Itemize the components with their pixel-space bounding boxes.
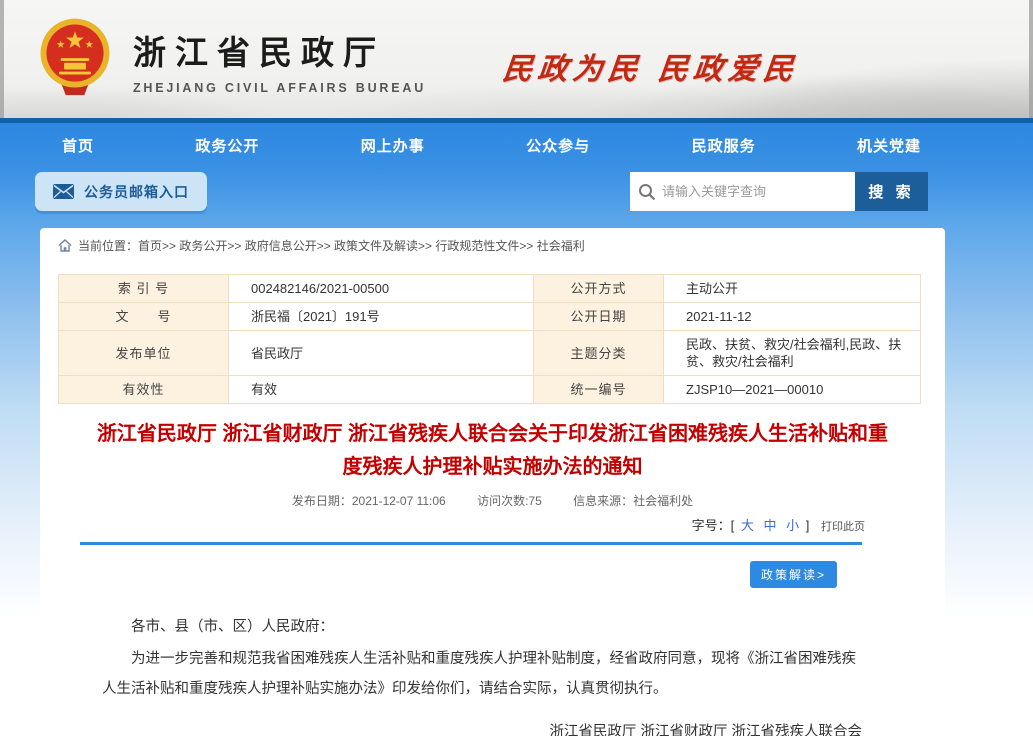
content-panel: 当前位置：首页>> 政务公开>> 政府信息公开>> 政策文件及解读>> 行政规范… [40, 228, 945, 736]
fontsize-label: 字号：[ [692, 518, 735, 533]
mailbox-entry-label: 公务员邮箱入口 [84, 182, 189, 202]
fontsize-bracket-close: ] [806, 518, 810, 533]
info-value-publisher: 省民政厅 [229, 331, 534, 376]
site-name: 浙江省民政厅 [133, 26, 426, 74]
print-page-link[interactable]: 打印此页 [821, 521, 865, 533]
toolbar: 公务员邮箱入口 搜 索 [0, 167, 1033, 228]
info-value-open-date: 2021-11-12 [664, 303, 921, 331]
envelope-icon [53, 184, 74, 199]
search-icon [638, 183, 656, 201]
info-label-open-mode: 公开方式 [534, 275, 664, 303]
nav-item-home[interactable]: 首页 [62, 135, 94, 156]
nav-item-online[interactable]: 网上办事 [361, 135, 425, 156]
info-label-validity: 有效性 [59, 376, 229, 404]
site-name-english: ZHEJIANG CIVIL AFFAIRS BUREAU [133, 81, 426, 95]
info-value-doc-no: 浙民福〔2021〕191号 [229, 303, 534, 331]
info-label-index-no: 索 引 号 [59, 275, 229, 303]
national-emblem-icon [33, 14, 117, 104]
mailbox-entry-button[interactable]: 公务员邮箱入口 [35, 172, 207, 211]
publish-date: 发布日期：2021-12-07 11:06 [292, 494, 446, 508]
info-value-unified-no: ZJSP10—2021—00010 [664, 376, 921, 404]
home-icon [58, 239, 72, 252]
table-row: 有效性 有效 统一编号 ZJSP10—2021—00010 [59, 376, 921, 404]
fontsize-small-link[interactable]: 小 [786, 518, 799, 533]
header-right-edge [1029, 0, 1033, 118]
table-row: 发布单位 省民政厅 主题分类 民政、扶贫、救灾/社会福利,民政、扶贫、救灾/社会… [59, 331, 921, 376]
table-row: 索 引 号 002482146/2021-00500 公开方式 主动公开 [59, 275, 921, 303]
nav-item-public[interactable]: 公众参与 [526, 135, 590, 156]
site-logo-link[interactable]: 浙江省民政厅 ZHEJIANG CIVIL AFFAIRS BUREAU [33, 14, 426, 104]
title-divider [80, 542, 862, 545]
info-value-validity: 有效 [229, 376, 534, 404]
breadcrumb: 当前位置：首页>> 政务公开>> 政府信息公开>> 政策文件及解读>> 行政规范… [40, 228, 945, 262]
info-source: 信息来源：社会福利处 [573, 494, 693, 508]
policy-row: 政策解读> [40, 561, 945, 588]
search-box [630, 172, 855, 211]
fontsize-toolbar: 字号：[ 大 中 小 ] 打印此页 [40, 515, 945, 534]
document-title: 浙江省民政厅 浙江省财政厅 浙江省残疾人联合会关于印发浙江省困难残疾人生活补贴和… [95, 418, 890, 484]
search-button[interactable]: 搜 索 [855, 172, 928, 211]
info-label-category: 主题分类 [534, 331, 664, 376]
article-paragraph: 为进一步完善和规范我省困难残疾人生活补贴和重度残疾人护理补贴制度，经省政府同意，… [102, 644, 860, 704]
header-slogan: 民政为民 民政爱民 [501, 44, 801, 88]
policy-interpretation-button[interactable]: 政策解读> [750, 561, 837, 588]
main-navigation: 首页 政务公开 网上办事 公众参与 民政服务 机关党建 [0, 118, 1033, 167]
document-info-table: 索 引 号 002482146/2021-00500 公开方式 主动公开 文 号… [58, 274, 921, 404]
nav-item-party[interactable]: 机关党建 [857, 135, 921, 156]
table-row: 文 号 浙民福〔2021〕191号 公开日期 2021-11-12 [59, 303, 921, 331]
fontsize-medium-link[interactable]: 中 [763, 518, 776, 533]
header-left-edge [0, 0, 4, 118]
info-label-publisher: 发布单位 [59, 331, 229, 376]
document-meta: 发布日期：2021-12-07 11:06 访问次数:75 信息来源：社会福利处 [40, 492, 945, 509]
nav-item-gov-info[interactable]: 政务公开 [195, 135, 259, 156]
info-value-category: 民政、扶贫、救灾/社会福利,民政、扶贫、救灾/社会福利 [664, 331, 921, 376]
info-label-open-date: 公开日期 [534, 303, 664, 331]
site-header: 浙江省民政厅 ZHEJIANG CIVIL AFFAIRS BUREAU 民政为… [0, 0, 1033, 118]
visit-count: 访问次数:75 [477, 494, 542, 508]
article-paragraph: 各市、县（市、区）人民政府： [102, 612, 860, 642]
info-label-doc-no: 文 号 [59, 303, 229, 331]
fontsize-large-link[interactable]: 大 [741, 518, 754, 533]
search-group: 搜 索 [630, 172, 928, 211]
site-title-block: 浙江省民政厅 ZHEJIANG CIVIL AFFAIRS BUREAU [133, 14, 426, 95]
article-body: 各市、县（市、区）人民政府： 为进一步完善和规范我省困难残疾人生活补贴和重度残疾… [102, 612, 860, 704]
info-label-unified-no: 统一编号 [534, 376, 664, 404]
info-value-open-mode: 主动公开 [664, 275, 921, 303]
search-input[interactable] [662, 184, 847, 199]
signature-agencies: 浙江省民政厅 浙江省财政厅 浙江省残疾人联合会 [40, 720, 945, 736]
nav-item-services[interactable]: 民政服务 [692, 135, 756, 156]
info-value-index-no: 002482146/2021-00500 [229, 275, 534, 303]
breadcrumb-path[interactable]: 当前位置：首页>> 政务公开>> 政府信息公开>> 政策文件及解读>> 行政规范… [78, 237, 585, 254]
